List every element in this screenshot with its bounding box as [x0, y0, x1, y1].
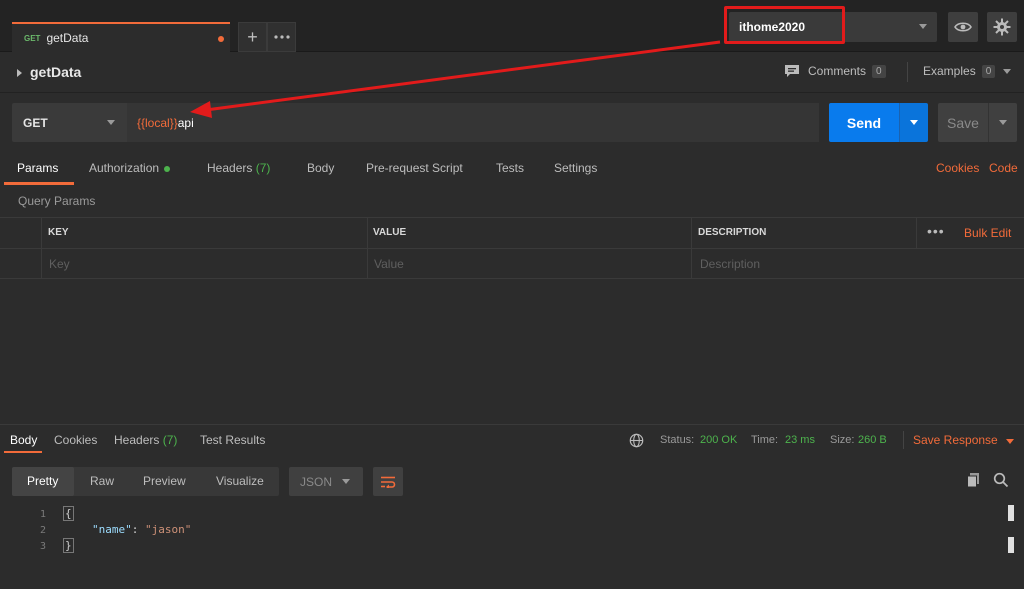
bulk-edit-link[interactable]: Bulk Edit — [964, 226, 1011, 240]
status-dot-icon — [164, 165, 171, 172]
wrap-icon — [381, 476, 396, 488]
size-label: Size: — [830, 434, 855, 446]
save-response-button[interactable]: Save Response — [913, 433, 998, 447]
search-icon[interactable] — [993, 472, 1009, 488]
open-brace: { — [63, 506, 74, 521]
response-tab-test-results[interactable]: Test Results — [200, 433, 265, 447]
tab-tests[interactable]: Tests — [496, 161, 524, 175]
value-input[interactable]: Value — [374, 257, 404, 271]
scrollbar-thumb[interactable] — [1008, 505, 1014, 521]
copy-icon[interactable] — [966, 472, 982, 488]
code-line: } — [63, 538, 74, 553]
tab-headers-label: Headers — [207, 161, 253, 175]
divider — [691, 218, 692, 279]
tab-headers[interactable]: Headers (7) — [207, 161, 270, 175]
line-number: 3 — [39, 541, 46, 552]
chevron-down-icon — [342, 479, 350, 484]
wrap-lines-button[interactable] — [373, 467, 403, 496]
tab-pre-request-script[interactable]: Pre-request Script — [366, 161, 463, 175]
json-value: "jason" — [145, 523, 192, 536]
response-headers-count: (7) — [162, 433, 178, 447]
code-link[interactable]: Code — [989, 161, 1018, 175]
tab-settings[interactable]: Settings — [554, 161, 597, 175]
divider — [0, 248, 1024, 249]
more-icon[interactable]: ••• — [927, 223, 945, 239]
view-preview[interactable]: Preview — [143, 474, 186, 488]
json-key: "name" — [92, 523, 132, 536]
divider — [367, 218, 368, 279]
key-input[interactable]: Key — [49, 257, 70, 271]
code-line: "name": "jason" — [92, 523, 191, 536]
globe-icon[interactable] — [629, 433, 644, 448]
code-line: { — [63, 506, 74, 521]
cookies-link[interactable]: Cookies — [936, 161, 979, 175]
format-label: JSON — [300, 474, 333, 489]
annotation-arrow — [190, 40, 721, 118]
response-tab-cookies[interactable]: Cookies — [54, 433, 97, 447]
response-tab-body[interactable]: Body — [10, 433, 37, 447]
line-number: 1 — [39, 509, 46, 520]
time-label: Time: — [751, 434, 779, 446]
scrollbar[interactable] — [1006, 505, 1014, 585]
scrollbar-thumb[interactable] — [1008, 537, 1014, 553]
tab-body[interactable]: Body — [307, 161, 334, 175]
close-brace: } — [63, 538, 74, 553]
divider — [41, 218, 42, 279]
status-label: Status: — [660, 434, 695, 446]
divider — [0, 424, 1024, 425]
view-raw[interactable]: Raw — [90, 474, 114, 488]
time-value[interactable]: 23 ms — [785, 434, 815, 446]
tab-authorization-label: Authorization — [89, 161, 160, 175]
divider — [916, 218, 917, 248]
headers-count: (7) — [255, 161, 271, 175]
response-tab-headers[interactable]: Headers (7) — [114, 433, 177, 447]
format-selector[interactable]: JSON — [289, 467, 363, 496]
description-input[interactable]: Description — [700, 257, 760, 271]
query-params-heading: Query Params — [18, 194, 96, 208]
active-tab-indicator — [4, 182, 74, 185]
column-header-key: KEY — [48, 227, 69, 238]
column-header-value: VALUE — [373, 227, 407, 238]
view-visualize[interactable]: Visualize — [216, 474, 264, 488]
view-pretty[interactable]: Pretty — [27, 474, 58, 488]
tab-params[interactable]: Params — [17, 161, 58, 175]
size-value[interactable]: 260 B — [858, 434, 887, 446]
status-value[interactable]: 200 OK — [700, 434, 737, 446]
active-tab-indicator — [4, 451, 42, 453]
tab-authorization[interactable]: Authorization — [89, 161, 171, 175]
divider — [903, 431, 904, 449]
json-colon: : — [131, 523, 145, 536]
column-header-description: DESCRIPTION — [698, 227, 767, 238]
line-number: 2 — [39, 525, 46, 536]
chevron-down-icon[interactable] — [1006, 439, 1014, 444]
response-headers-label: Headers — [114, 433, 160, 447]
